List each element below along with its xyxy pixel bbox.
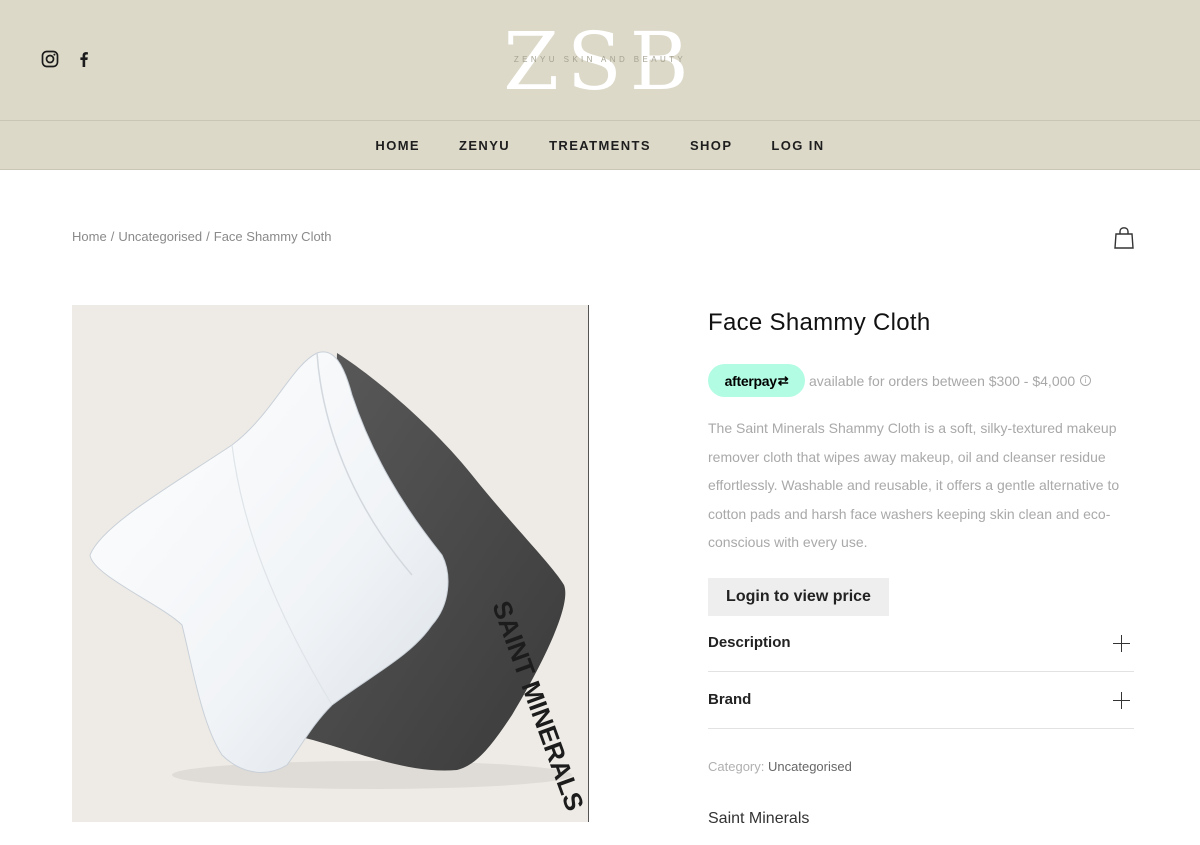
product-category: Category: Uncategorised <box>708 759 852 774</box>
shopping-bag-icon[interactable] <box>1113 226 1135 250</box>
accordion-label: Brand <box>708 691 752 708</box>
product-brand[interactable]: Saint Minerals <box>708 810 809 828</box>
category-link[interactable]: Uncategorised <box>768 759 852 774</box>
shammy-cloth-illustration: SAINT MINERALS <box>89 351 588 815</box>
breadcrumb-category[interactable]: Uncategorised <box>118 229 202 244</box>
breadcrumb-home[interactable]: Home <box>72 229 107 244</box>
facebook-icon[interactable] <box>74 49 94 69</box>
plus-icon <box>1113 635 1130 652</box>
category-label: Category: <box>708 759 765 774</box>
product-description: The Saint Minerals Shammy Cloth is a sof… <box>708 420 1120 550</box>
instagram-icon[interactable] <box>40 49 60 69</box>
product-image[interactable]: SAINT MINERALS <box>72 305 589 822</box>
breadcrumb-separator: / <box>206 229 210 244</box>
afterpay-logo[interactable]: afterpay ⇄ <box>708 364 805 397</box>
accordion-label: Description <box>708 634 791 651</box>
afterpay-text: available for orders between $300 - $4,0… <box>809 372 1076 389</box>
login-to-view-price-button[interactable]: Login to view price <box>708 578 889 616</box>
site-logo[interactable]: ZSB ZENYU SKIN AND BEAUTY <box>470 22 730 102</box>
nav-shop[interactable]: SHOP <box>690 138 732 153</box>
accordion-brand[interactable]: Brand <box>708 672 1134 729</box>
info-icon[interactable]: i <box>1080 375 1092 386</box>
social-links <box>40 49 94 69</box>
nav-treatments[interactable]: TREATMENTS <box>549 138 651 153</box>
accordion-description[interactable]: Description <box>708 615 1134 672</box>
nav-login[interactable]: LOG IN <box>771 138 824 153</box>
product-title: Face Shammy Cloth <box>708 309 931 336</box>
breadcrumb: Home / Uncategorised / Face Shammy Cloth <box>72 229 332 244</box>
afterpay-message: afterpay ⇄ available for orders between $… <box>708 364 1092 397</box>
plus-icon <box>1113 692 1130 709</box>
afterpay-arrows-icon: ⇄ <box>777 372 789 388</box>
site-header: ZSB ZENYU SKIN AND BEAUTY <box>0 0 1200 120</box>
nav-home[interactable]: HOME <box>375 138 420 153</box>
breadcrumb-separator: / <box>110 229 115 244</box>
afterpay-logo-text: afterpay <box>724 372 777 389</box>
breadcrumb-current: Face Shammy Cloth <box>213 229 332 244</box>
main-nav: HOME ZENYU TREATMENTS SHOP LOG IN <box>0 120 1200 170</box>
nav-zenyu[interactable]: ZENYU <box>459 138 510 153</box>
logo-tagline: ZENYU SKIN AND BEAUTY <box>513 55 687 64</box>
